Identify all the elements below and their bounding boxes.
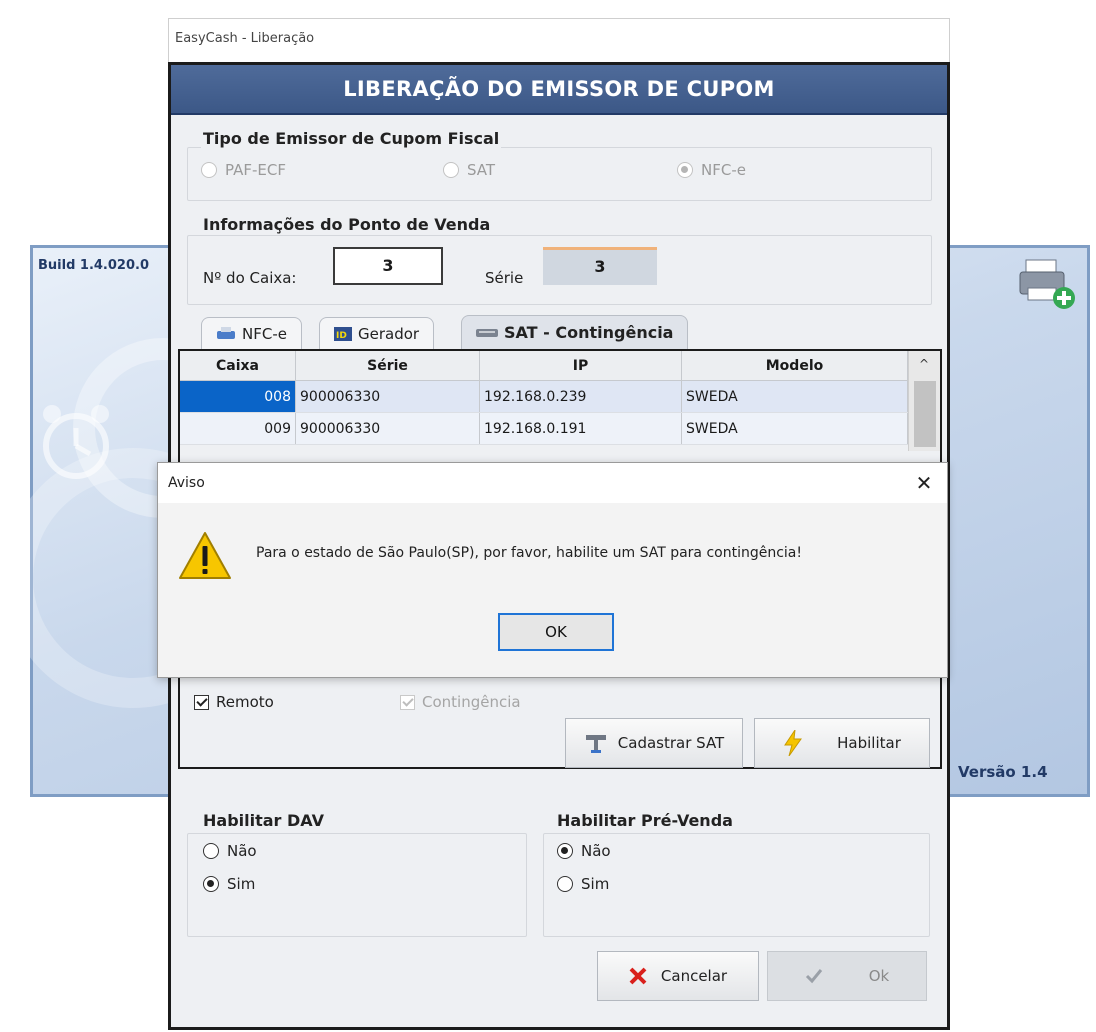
pre-venda-radio-nao[interactable]: Não: [557, 842, 611, 860]
radio-label: NFC-e: [701, 161, 746, 179]
tab-label: SAT - Contingência: [504, 323, 674, 342]
col-ip[interactable]: IP: [480, 351, 682, 380]
svg-text:ID: ID: [336, 331, 347, 341]
grid-scrollbar[interactable]: ^: [908, 351, 940, 451]
checkbox-label: Remoto: [216, 693, 274, 711]
alarm-clock-icon: [43, 405, 109, 479]
grid-header: Caixa Série IP Modelo: [180, 351, 908, 381]
serie-field: 3: [543, 247, 657, 285]
button-label: Cadastrar SAT: [617, 734, 725, 752]
radio-sat[interactable]: SAT: [443, 161, 495, 179]
window-title: EasyCash - Liberação: [175, 31, 315, 46]
checkbox-box: [400, 694, 415, 710]
cell-caixa[interactable]: 009: [180, 413, 296, 444]
checkbox-label: Contingência: [422, 693, 521, 711]
tab-gerador[interactable]: ID Gerador: [319, 317, 435, 349]
pre-venda-title: Habilitar Pré-Venda: [555, 811, 735, 830]
tab-label: NFC-e: [242, 324, 287, 343]
cell-caixa[interactable]: 008: [180, 381, 296, 412]
checkmark-icon: [805, 969, 822, 984]
cell-modelo[interactable]: SWEDA: [682, 413, 908, 444]
scroll-up-button[interactable]: ^: [909, 351, 939, 377]
printer-add-icon: [1019, 259, 1075, 309]
radio-label: Não: [581, 842, 611, 860]
cell-modelo[interactable]: SWEDA: [682, 381, 908, 412]
checkbox-box: [194, 694, 209, 710]
caixa-input[interactable]: 3: [333, 247, 443, 285]
close-icon[interactable]: ✕: [911, 471, 937, 495]
radio-label: PAF-ECF: [225, 161, 286, 179]
ok-button[interactable]: OK: [498, 613, 614, 651]
button-label: Habilitar: [837, 734, 901, 752]
sat-device-icon: [476, 328, 498, 337]
cell-serie[interactable]: 900006330: [296, 381, 480, 412]
tipo-emissor-title: Tipo de Emissor de Cupom Fiscal: [201, 129, 502, 148]
radio-label: Sim: [227, 875, 256, 893]
ponto-venda-title: Informações do Ponto de Venda: [201, 215, 493, 234]
dav-radio-nao[interactable]: Não: [203, 842, 257, 860]
sat-antenna-icon: [585, 735, 606, 753]
radio-dot: [557, 876, 573, 892]
build-label: Build 1.4.020.0: [38, 258, 149, 273]
cancelar-button[interactable]: Cancelar: [597, 951, 759, 1001]
col-modelo[interactable]: Modelo: [682, 351, 908, 380]
printer-icon: [217, 326, 235, 339]
cell-ip[interactable]: 192.168.0.239: [480, 381, 682, 412]
window-titlebar[interactable]: EasyCash - Liberação: [168, 18, 950, 62]
version-label: Versão 1.4: [958, 763, 1048, 781]
caixa-label: Nº do Caixa:: [203, 269, 297, 287]
aviso-dialog: Aviso ✕ Para o estado de São Paulo(SP), …: [157, 462, 948, 678]
radio-dot: [203, 876, 219, 892]
tipo-emissor-group: [187, 147, 932, 201]
radio-label: SAT: [467, 161, 496, 179]
ok-footer-button[interactable]: Ok: [767, 951, 927, 1001]
tab-label: Gerador: [358, 324, 420, 343]
tab-sat-contingencia[interactable]: SAT - Contingência: [461, 315, 689, 349]
col-serie[interactable]: Série: [296, 351, 480, 380]
dav-title: Habilitar DAV: [201, 811, 326, 830]
radio-dot: [443, 162, 459, 178]
radio-paf-ecf[interactable]: PAF-ECF: [201, 161, 286, 179]
cadastrar-sat-button[interactable]: Cadastrar SAT: [565, 718, 743, 768]
dav-radio-sim[interactable]: Sim: [203, 875, 255, 893]
button-label: Ok: [868, 967, 890, 985]
warning-icon: [179, 532, 231, 579]
radio-dot: [677, 162, 693, 178]
close-x-icon: [629, 967, 647, 985]
id-card-icon: ID: [334, 326, 352, 341]
radio-label: Não: [227, 842, 257, 860]
radio-dot: [557, 843, 573, 859]
radio-dot: [203, 843, 219, 859]
cell-serie[interactable]: 900006330: [296, 413, 480, 444]
dialog-title: Aviso: [168, 475, 205, 491]
contingencia-checkbox[interactable]: Contingência: [400, 693, 521, 711]
button-label: Cancelar: [660, 967, 728, 985]
radio-label: Sim: [581, 875, 610, 893]
radio-dot: [201, 162, 217, 178]
serie-label: Série: [485, 269, 524, 287]
cell-ip[interactable]: 192.168.0.191: [480, 413, 682, 444]
dialog-message: Para o estado de São Paulo(SP), por favo…: [256, 545, 802, 561]
radio-nfce[interactable]: NFC-e: [677, 161, 746, 179]
tab-nfce[interactable]: NFC-e: [201, 317, 302, 349]
table-row[interactable]: 009 900006330 192.168.0.191 SWEDA: [180, 413, 908, 445]
lightning-icon: [784, 730, 803, 756]
banner-title: LIBERAÇÃO DO EMISSOR DE CUPOM: [171, 65, 947, 115]
pre-venda-radio-sim[interactable]: Sim: [557, 875, 609, 893]
habilitar-button[interactable]: Habilitar: [754, 718, 930, 768]
table-row[interactable]: 008 900006330 192.168.0.239 SWEDA: [180, 381, 908, 413]
remoto-checkbox[interactable]: Remoto: [194, 693, 274, 711]
col-caixa[interactable]: Caixa: [180, 351, 296, 380]
dialog-titlebar[interactable]: Aviso ✕: [158, 463, 947, 503]
scroll-thumb[interactable]: [913, 381, 936, 447]
